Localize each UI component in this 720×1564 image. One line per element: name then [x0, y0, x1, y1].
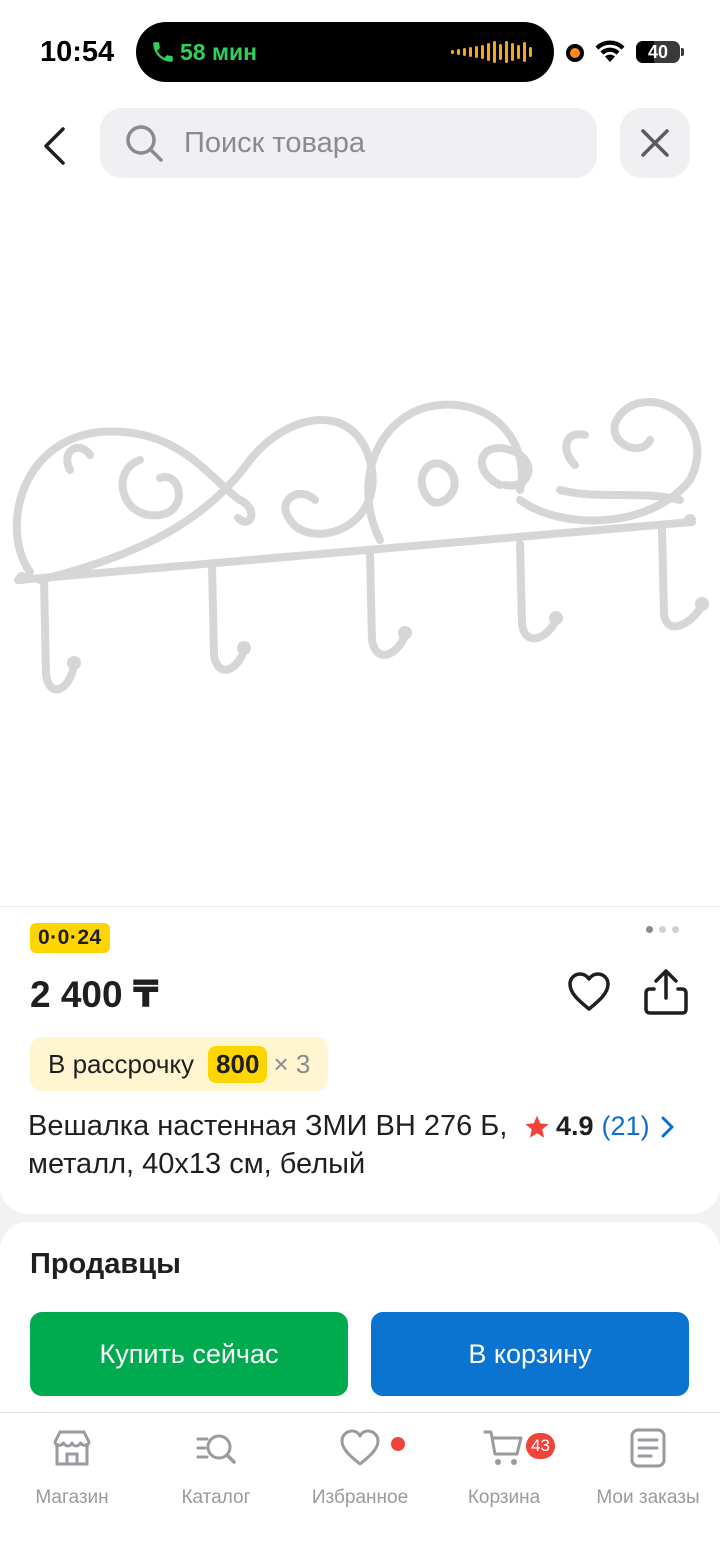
nav-label: Корзина: [467, 1487, 541, 1508]
call-duration: 58 мин: [180, 39, 258, 65]
search-icon: [126, 125, 163, 162]
nav-item-orders[interactable]: Мои заказы: [576, 1427, 720, 1509]
product-image: [12, 398, 709, 694]
nav-item-favorites[interactable]: Избранное: [288, 1427, 432, 1509]
nav-item-cart[interactable]: 43 Корзина: [432, 1427, 576, 1509]
pagination-dot: [672, 926, 679, 933]
installment-offer[interactable]: В рассрочку 800 × 3: [30, 1037, 329, 1091]
nav-item-store[interactable]: Магазин: [0, 1427, 144, 1509]
nav-item-catalog[interactable]: Каталог: [144, 1427, 288, 1509]
installment-label: В рассрочку: [48, 1048, 195, 1079]
phone-icon: [153, 42, 173, 62]
buy-now-button[interactable]: Купить сейчас: [30, 1312, 348, 1396]
share-icon[interactable]: [642, 967, 690, 1017]
nav-label: Мои заказы: [596, 1487, 700, 1508]
image-pagination: [646, 926, 679, 933]
add-to-cart-button[interactable]: В корзину: [371, 1312, 689, 1396]
product-info-card: 0·0·24 2 400 ₸ В рассрочку 800 × 3 Вешал…: [0, 906, 720, 1214]
nav-label: Каталог: [181, 1487, 251, 1508]
back-button[interactable]: [28, 120, 80, 172]
catalog-search-icon: [196, 1434, 236, 1464]
installment-promo-badge: 0·0·24: [30, 923, 110, 953]
close-button[interactable]: [620, 108, 690, 178]
store-icon: [53, 1430, 91, 1466]
notification-dot: [391, 1437, 405, 1451]
status-time: 10:54: [40, 36, 115, 68]
search-header: [0, 100, 720, 200]
audio-wave-icon: [451, 40, 532, 64]
search-bar[interactable]: [100, 108, 597, 178]
wifi-icon: [595, 40, 625, 62]
cart-icon: [483, 1430, 523, 1465]
product-title: Вешалка настенная ЗМИ ВН 276 Б, металл, …: [28, 1110, 508, 1180]
sellers-title: Продавцы: [30, 1248, 181, 1280]
reviews-count[interactable]: (21): [602, 1111, 650, 1142]
sellers-section: Продавцы Купить сейчас В корзину: [0, 1222, 720, 1412]
dynamic-island-call[interactable]: 58 мин: [136, 22, 554, 82]
product-price: 2 400 ₸: [30, 974, 159, 1015]
status-bar: 10:54 58 мин 40: [0, 0, 720, 100]
battery-level: 40: [647, 42, 669, 62]
orders-icon: [630, 1428, 666, 1468]
pagination-dot: [659, 926, 666, 933]
installment-amount: 800: [208, 1045, 268, 1083]
cart-count-badge: 43: [526, 1433, 555, 1459]
nav-label: Магазин: [35, 1487, 109, 1508]
pagination-dot: [646, 926, 653, 933]
search-input[interactable]: [184, 108, 584, 178]
chevron-right-icon: [661, 1116, 674, 1137]
rating-value: 4.9: [556, 1111, 594, 1141]
product-image-gallery[interactable]: [0, 200, 720, 906]
installment-multiplier: × 3: [273, 1048, 311, 1079]
chevron-left-icon: [44, 127, 65, 165]
product-rating[interactable]: 4.9 (21): [524, 1111, 676, 1142]
heart-icon[interactable]: [566, 969, 612, 1015]
battery-icon: 40: [636, 41, 680, 63]
heart-icon: [340, 1429, 380, 1466]
star-icon: [525, 1115, 549, 1138]
nav-label: Избранное: [311, 1487, 409, 1508]
recording-indicator-icon: [566, 44, 584, 62]
bottom-navigation: Магазин Каталог Избранное 43 Корзина Мои…: [0, 1412, 720, 1564]
close-icon: [641, 129, 669, 157]
